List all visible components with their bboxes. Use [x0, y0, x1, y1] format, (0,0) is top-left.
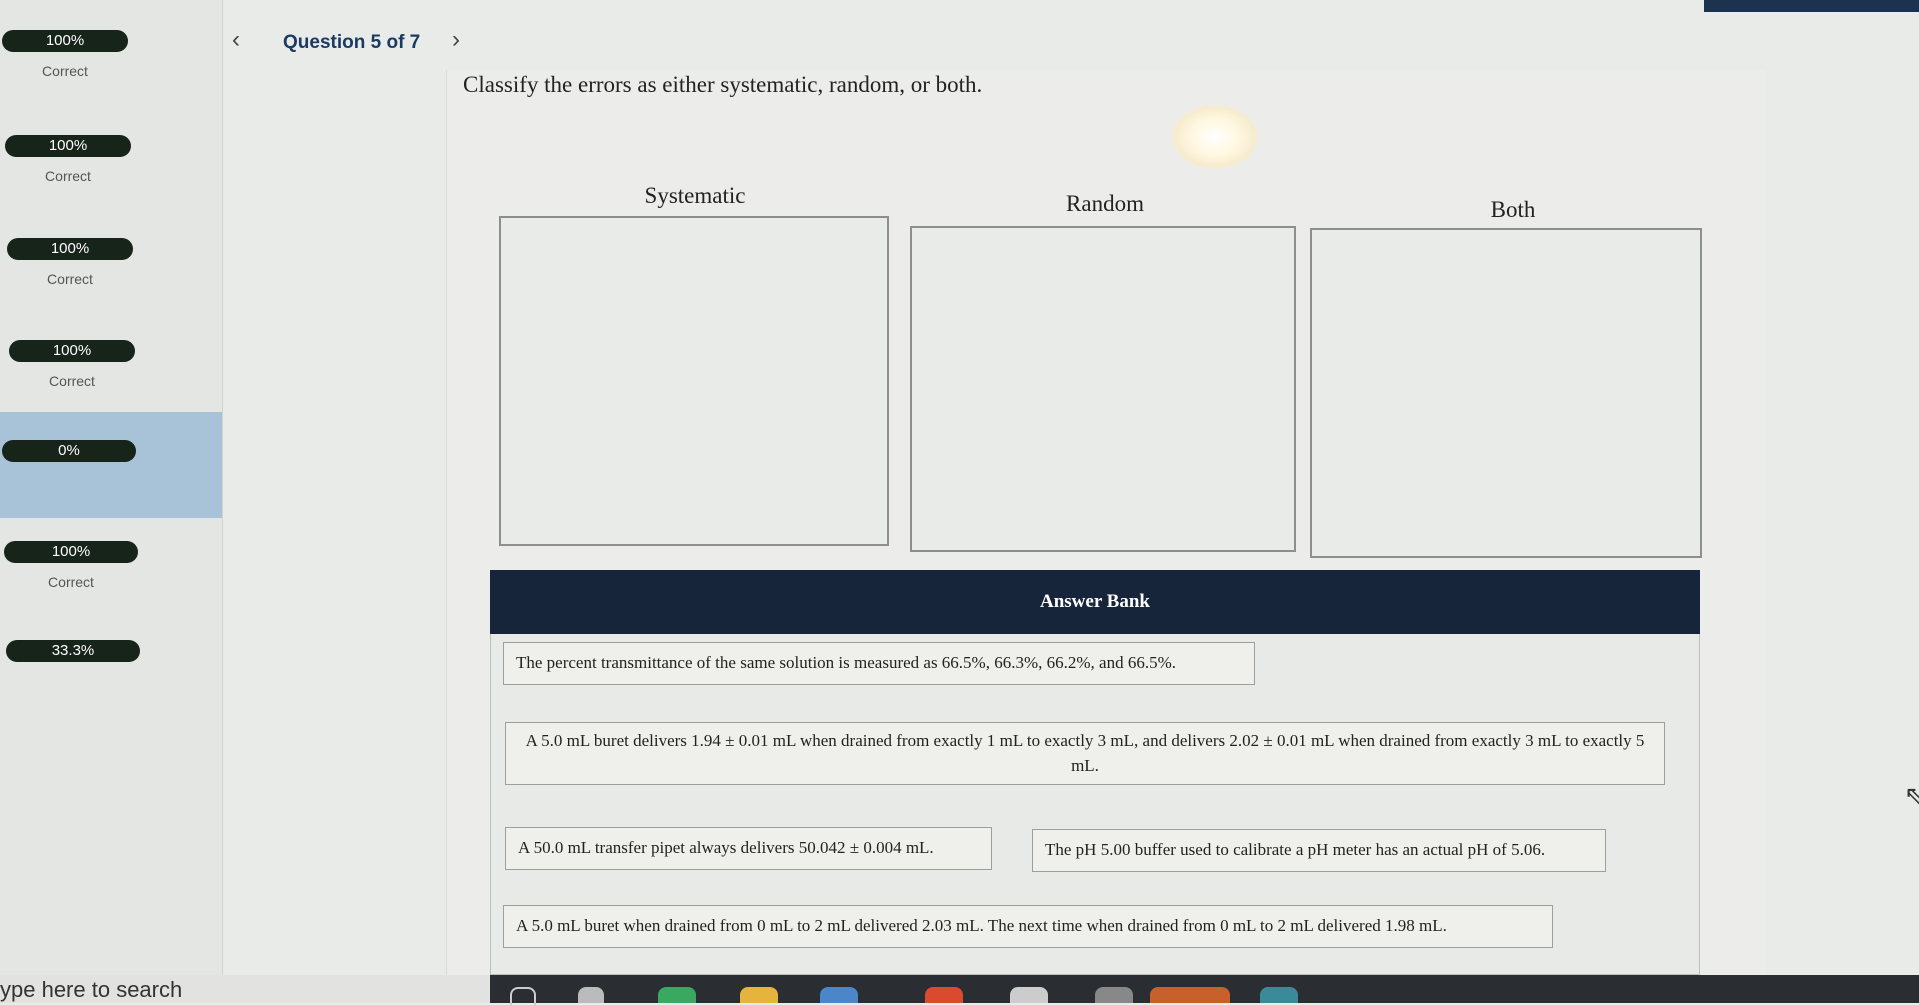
- taskbar-search-box[interactable]: ype here to search: [0, 977, 182, 1003]
- mouse-cursor-icon: ⇖: [1904, 780, 1919, 810]
- score-pill: 100%: [5, 135, 131, 157]
- drop-zone-systematic[interactable]: [499, 216, 889, 546]
- score-status: Correct: [48, 574, 94, 590]
- search-icon[interactable]: [510, 987, 536, 1005]
- drop-zone-random[interactable]: [910, 226, 1296, 552]
- score-pill: 100%: [4, 541, 138, 563]
- sidebar-question-1[interactable]: 100% Correct: [0, 30, 222, 130]
- answer-chip[interactable]: The percent transmittance of the same so…: [503, 642, 1255, 685]
- score-pill: 100%: [9, 340, 135, 362]
- app-icon[interactable]: [1010, 987, 1048, 1003]
- app-icon[interactable]: [1095, 987, 1133, 1003]
- sidebar-question-5-active[interactable]: 0%: [0, 412, 222, 518]
- edge-browser-icon[interactable]: [658, 987, 696, 1003]
- app-icon[interactable]: [1150, 987, 1230, 1003]
- sidebar-question-6[interactable]: 100% Correct: [0, 541, 222, 641]
- zone-title-both: Both: [1490, 197, 1536, 222]
- sidebar-question-2[interactable]: 100% Correct: [0, 135, 222, 235]
- zone-title-random: Random: [1066, 191, 1144, 216]
- chrome-browser-icon[interactable]: [925, 987, 963, 1003]
- score-status: Correct: [45, 168, 91, 184]
- sidebar-question-7[interactable]: 33.3%: [0, 640, 222, 740]
- mail-icon[interactable]: [820, 987, 858, 1003]
- screen-glare: [1172, 105, 1258, 169]
- answer-chip[interactable]: A 50.0 mL transfer pipet always delivers…: [505, 827, 992, 870]
- next-question-chevron-icon[interactable]: ›: [452, 28, 460, 52]
- taskbar-app-area: [490, 975, 1919, 1005]
- score-status: Correct: [42, 63, 88, 79]
- score-pill: 100%: [7, 238, 133, 260]
- zone-title-systematic: Systematic: [644, 183, 746, 208]
- sidebar-question-3[interactable]: 100% Correct: [0, 238, 222, 338]
- score-pill: 0%: [2, 440, 136, 462]
- answer-bank-title: Answer Bank: [490, 570, 1700, 634]
- file-explorer-icon[interactable]: [740, 987, 778, 1003]
- app-icon[interactable]: [1260, 987, 1298, 1003]
- answer-chip[interactable]: A 5.0 mL buret delivers 1.94 ± 0.01 mL w…: [505, 722, 1665, 786]
- taskbar: ype here to search: [0, 975, 1919, 1005]
- answer-chip[interactable]: The pH 5.00 buffer used to calibrate a p…: [1032, 829, 1606, 872]
- question-counter[interactable]: Question 5 of 7: [283, 32, 420, 54]
- score-pill: 100%: [2, 30, 128, 52]
- score-pill: 33.3%: [6, 640, 140, 662]
- drop-zone-both[interactable]: [1310, 228, 1702, 558]
- question-instruction: Classify the errors as either systematic…: [463, 72, 983, 97]
- score-status: Correct: [47, 271, 93, 287]
- previous-question-chevron-icon[interactable]: ‹: [232, 28, 240, 52]
- score-status: Correct: [49, 373, 95, 389]
- answer-chip[interactable]: A 5.0 mL buret when drained from 0 mL to…: [503, 905, 1553, 948]
- question-sidebar: 100% Correct 100% Correct 100% Correct 1…: [0, 0, 223, 975]
- task-view-icon[interactable]: [578, 987, 604, 1003]
- top-accent-bar: [1704, 0, 1919, 12]
